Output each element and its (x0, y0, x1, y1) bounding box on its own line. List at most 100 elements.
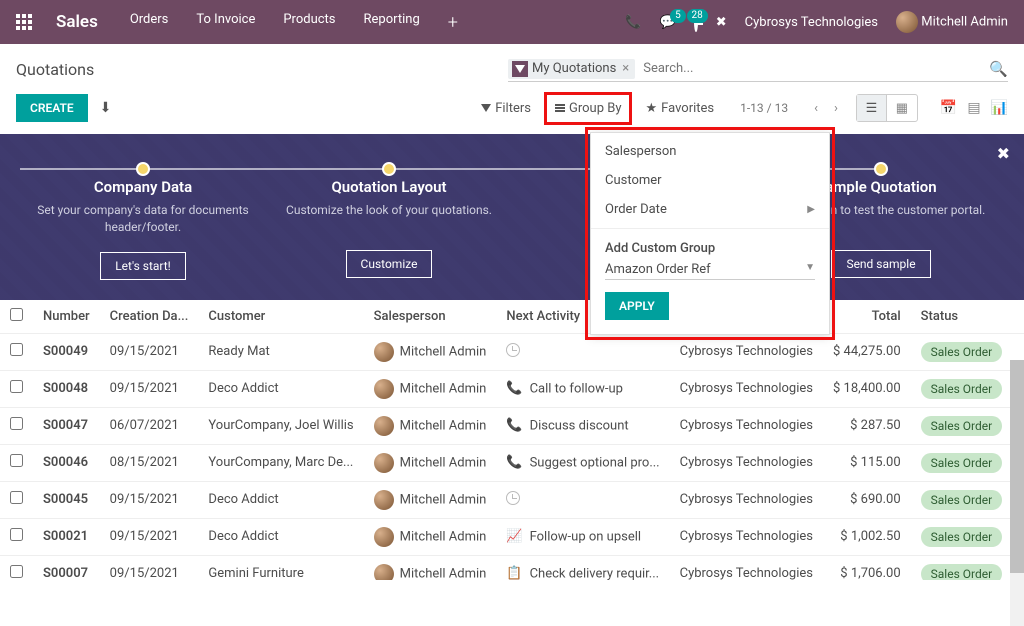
cell-number: S00046 (33, 444, 100, 481)
apply-button[interactable]: APPLY (605, 292, 669, 320)
row-checkbox[interactable] (10, 380, 23, 393)
status-badge: Sales Order (921, 342, 1003, 362)
apps-icon[interactable] (16, 14, 32, 30)
table-row[interactable]: S0004809/15/2021Deco AddictMitchell Admi… (0, 370, 1024, 407)
activities-icon[interactable]: 28 (694, 15, 698, 30)
chip-remove-icon[interactable]: × (620, 61, 631, 76)
phone-icon: 📞 (506, 455, 522, 471)
cell-activity[interactable]: 📞 Call to follow-up (496, 370, 669, 407)
pager-prev-icon[interactable]: ‹ (808, 97, 824, 120)
cell-number: S00049 (33, 333, 100, 370)
nav-products[interactable]: Products (283, 12, 335, 33)
export-icon[interactable]: ⬇ (100, 100, 112, 116)
col-customer[interactable]: Customer (198, 300, 363, 334)
clock-icon (506, 343, 520, 357)
studio-icon[interactable]: ✖ (716, 15, 727, 30)
row-checkbox[interactable] (10, 343, 23, 356)
step-company-data: Company Data Set your company's data for… (20, 158, 266, 280)
cell-date: 09/15/2021 (100, 370, 199, 407)
cell-status: Sales Order (911, 444, 1013, 481)
send-sample-button[interactable]: Send sample (831, 250, 930, 278)
graph-view-icon[interactable]: 📊 (991, 100, 1008, 116)
table-row[interactable]: S0000709/15/2021Gemini FurnitureMitchell… (0, 555, 1024, 580)
call-icon[interactable]: 📞 (625, 15, 641, 30)
col-number[interactable]: Number (33, 300, 100, 334)
cell-number: S00047 (33, 407, 100, 444)
col-creation[interactable]: Creation Da... (100, 300, 199, 334)
cell-date: 09/15/2021 (100, 481, 199, 518)
row-checkbox[interactable] (10, 491, 23, 504)
col-salesperson[interactable]: Salesperson (364, 300, 497, 334)
table-row[interactable]: S0004706/07/2021YourCompany, Joel Willis… (0, 407, 1024, 444)
cell-number: S00048 (33, 370, 100, 407)
pager-label[interactable]: 1-13 / 13 (732, 101, 796, 115)
cell-total: $ 287.50 (823, 407, 911, 444)
filters-toggle[interactable]: Filters (475, 97, 537, 120)
customize-button[interactable]: Customize (346, 250, 433, 278)
kanban-view-icon[interactable]: ▦ (887, 95, 917, 121)
groupby-toggle[interactable]: Group By (549, 97, 628, 120)
table-row[interactable]: S0004608/15/2021YourCompany, Marc De...M… (0, 444, 1024, 481)
search-input[interactable] (643, 61, 989, 76)
cell-number: S00021 (33, 518, 100, 555)
cell-activity[interactable]: 📈 Follow-up on upsell (496, 518, 669, 555)
pivot-view-icon[interactable]: ▤ (967, 100, 980, 116)
custom-group-select[interactable]: Amazon Order Ref▼ (605, 262, 815, 280)
groupby-customer[interactable]: Customer (591, 166, 829, 195)
cell-customer: Deco Addict (198, 481, 363, 518)
cell-activity[interactable]: 📞 Suggest optional pro... (496, 444, 669, 481)
brand-title[interactable]: Sales (56, 12, 98, 32)
cell-date: 06/07/2021 (100, 407, 199, 444)
list-view-icon[interactable]: ☰ (857, 95, 887, 121)
avatar (374, 342, 394, 362)
cell-salesperson: Mitchell Admin (364, 370, 497, 407)
table-row[interactable]: S0004509/15/2021Deco AddictMitchell Admi… (0, 481, 1024, 518)
search-chip: My Quotations × (508, 59, 635, 79)
calendar-view-icon[interactable]: 📅 (940, 100, 957, 116)
select-all-checkbox[interactable] (10, 308, 23, 321)
company-switcher[interactable]: Cybrosys Technologies (745, 15, 878, 30)
avatar (374, 379, 394, 399)
row-checkbox[interactable] (10, 454, 23, 467)
col-status[interactable]: Status (911, 300, 1013, 334)
status-badge: Sales Order (921, 379, 1003, 399)
table-row[interactable]: S0004909/15/2021Ready MatMitchell Admin … (0, 333, 1024, 370)
cell-date: 09/15/2021 (100, 555, 199, 580)
cell-customer: YourCompany, Joel Willis (198, 407, 363, 444)
user-menu[interactable]: Mitchell Admin (896, 11, 1008, 33)
cell-salesperson: Mitchell Admin (364, 444, 497, 481)
top-nav: Sales Orders To Invoice Products Reporti… (0, 0, 1024, 44)
star-icon: ★ (645, 101, 657, 116)
search-icon[interactable]: 🔍 (989, 60, 1008, 78)
nav-plus-icon[interactable]: + (448, 12, 458, 33)
row-checkbox[interactable] (10, 528, 23, 541)
cell-customer: YourCompany, Marc De... (198, 444, 363, 481)
row-checkbox[interactable] (10, 565, 23, 578)
cell-total: $ 18,400.00 (823, 370, 911, 407)
nav-toinvoice[interactable]: To Invoice (196, 12, 255, 33)
filter-icon (512, 61, 528, 77)
cell-activity[interactable] (496, 481, 669, 518)
col-total[interactable]: Total (823, 300, 911, 334)
favorites-toggle[interactable]: ★ Favorites (639, 97, 720, 120)
cell-status: Sales Order (911, 333, 1013, 370)
cell-company: Cybrosys Technologies (670, 444, 823, 481)
table-row[interactable]: S0002109/15/2021Deco AddictMitchell Admi… (0, 518, 1024, 555)
nav-orders[interactable]: Orders (130, 12, 169, 33)
cell-number: S00007 (33, 555, 100, 580)
cell-activity[interactable]: 📞 Discuss discount (496, 407, 669, 444)
create-button[interactable]: CREATE (16, 94, 88, 122)
cell-salesperson: Mitchell Admin (364, 407, 497, 444)
messages-icon[interactable]: 💬5 (660, 15, 676, 30)
scrollbar[interactable] (1010, 360, 1024, 626)
cell-activity[interactable] (496, 333, 669, 370)
search-box[interactable]: My Quotations × 🔍 (508, 56, 1008, 82)
avatar (896, 11, 918, 33)
row-checkbox[interactable] (10, 417, 23, 430)
lets-start-button[interactable]: Let's start! (100, 252, 186, 280)
cell-activity[interactable]: 📋 Check delivery requir... (496, 555, 669, 580)
nav-reporting[interactable]: Reporting (364, 12, 420, 33)
groupby-salesperson[interactable]: Salesperson (591, 137, 829, 166)
groupby-orderdate[interactable]: Order Date▶ (591, 195, 829, 224)
pager-next-icon[interactable]: › (828, 97, 844, 120)
